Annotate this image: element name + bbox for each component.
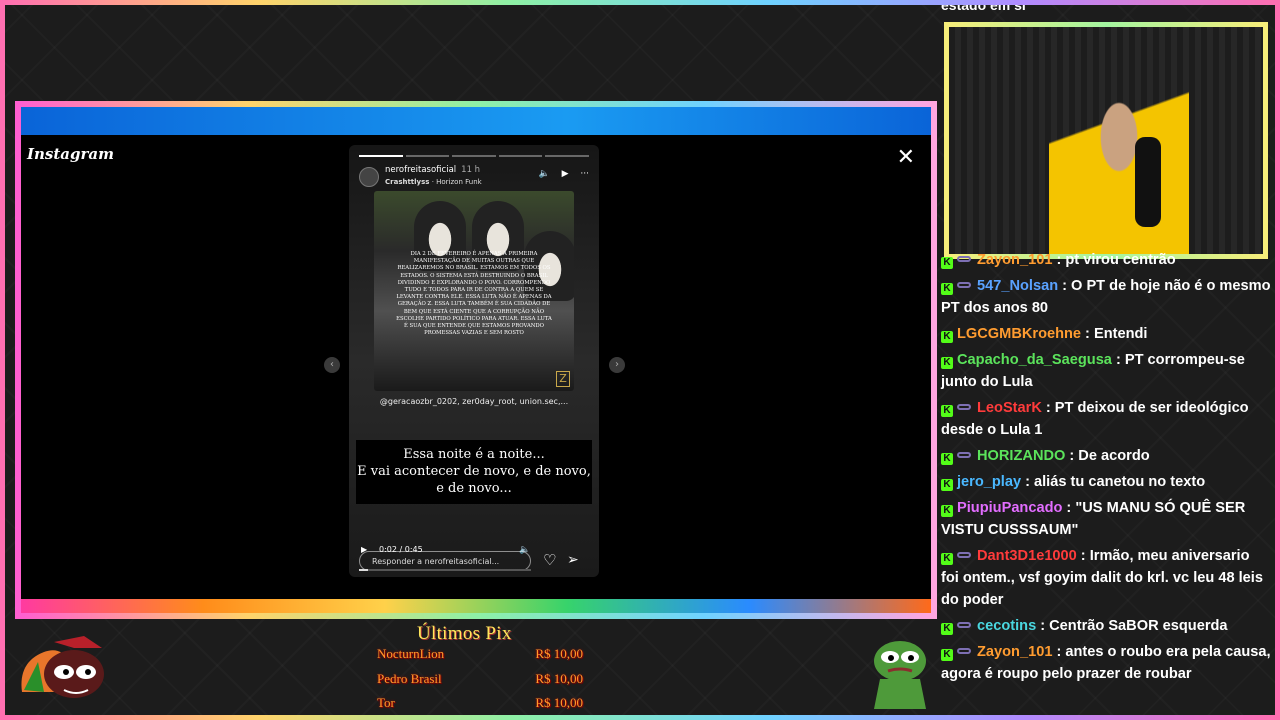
- kick-icon: K: [941, 505, 953, 517]
- subscriber-badge-icon: [957, 622, 971, 628]
- caption-line: Essa noite é a noite...: [403, 447, 545, 462]
- microphone: [1135, 137, 1161, 227]
- close-icon[interactable]: ✕: [897, 145, 915, 170]
- more-icon[interactable]: ···: [580, 169, 589, 179]
- chat-message: K HORIZANDO: De acordo: [941, 445, 1271, 467]
- pix-row: Pedro Brasil R$ 10,00: [377, 671, 583, 696]
- story-poster: Dia 2 de fevereiro é apenas a primeira m…: [374, 191, 574, 391]
- reply-input[interactable]: Responder a nerofreitasoficial...: [359, 551, 531, 571]
- webcam-feed: [944, 22, 1268, 259]
- kick-icon: K: [941, 283, 953, 295]
- subscriber-badge-icon: [957, 452, 971, 458]
- chat-message: K Dant3D1e1000: Irmão, meu aniversario fo…: [941, 545, 1271, 611]
- chat-message: K Zayon_101: antes o roubo era pela causa…: [941, 641, 1271, 685]
- pix-list: NocturnLion R$ 10,00 Pedro Brasil R$ 10,00 T…: [377, 646, 583, 720]
- chat-message: Kjero_play: aliás tu canetou no texto: [941, 471, 1271, 493]
- instagram-viewer: Instagram ✕ ‹ › nerofreitasoficial 11 h C…: [21, 135, 931, 597]
- chat-text: : De acordo: [1069, 448, 1150, 464]
- chat-username[interactable]: PiupiuPancado: [957, 500, 1062, 516]
- chat-username[interactable]: jero_play: [957, 474, 1021, 490]
- kick-icon: K: [941, 623, 953, 635]
- story-progress: [359, 155, 589, 157]
- chat-message: K LeoStarK: PT deixou de ser ideológico d…: [941, 397, 1271, 441]
- chat-top-fragment: estado em si: [941, 0, 1026, 13]
- chat-text: : aliás tu canetou no texto: [1025, 474, 1206, 490]
- chat-message: K PiupiuPancado: "US MANU SÓ QUÊ SER VIST…: [941, 497, 1271, 541]
- send-icon[interactable]: ➢: [567, 552, 579, 568]
- caption-line: E vai acontecer de novo, e de novo,: [357, 464, 591, 479]
- subscriber-badge-icon: [957, 404, 971, 410]
- story-tags[interactable]: @geracaozbr_0202, zer0day_root, union.se…: [349, 397, 599, 406]
- pepe-emote: [874, 641, 926, 709]
- chat-messages: K Zayon_101: pt virou centrão K 547_Nolsan:…: [941, 249, 1271, 689]
- chat-username[interactable]: cecotins: [977, 618, 1036, 634]
- mascot-left: [21, 636, 104, 698]
- story-header: nerofreitasoficial 11 h Crashttlyss · Hor…: [359, 165, 589, 189]
- song-artist: Crashttlyss: [385, 178, 430, 186]
- song-title: · Horizon Funk: [431, 178, 482, 186]
- pix-amount: R$ 10,00: [535, 670, 583, 686]
- pix-donor-name: Tor: [377, 695, 395, 710]
- chat-username[interactable]: HORIZANDO: [977, 448, 1065, 464]
- subscriber-badge-icon: [957, 552, 971, 558]
- story-footer: ▶ 0:02 / 0:45 🔈 Responder a nerofreitaso…: [359, 545, 589, 573]
- chat-message: K 547_Nolsan: O PT de hoje não é o mesmo …: [941, 275, 1271, 319]
- kick-icon: K: [941, 649, 953, 661]
- story-time: 11 h: [461, 165, 481, 175]
- next-story-arrow[interactable]: ›: [609, 357, 625, 373]
- chat-username[interactable]: LeoStarK: [977, 400, 1042, 416]
- kick-icon: K: [941, 553, 953, 565]
- chat-username[interactable]: 547_Nolsan: [977, 278, 1058, 294]
- browser-tab-bar: [21, 107, 931, 135]
- kick-icon: K: [941, 357, 953, 369]
- kick-icon: K: [941, 257, 953, 269]
- pix-row: Tor R$ 10,00: [377, 695, 583, 720]
- story-card[interactable]: nerofreitasoficial 11 h Crashttlyss · Hor…: [349, 145, 599, 577]
- chat-text: : Centrão SaBOR esquerda: [1040, 618, 1228, 634]
- heart-icon[interactable]: ♡: [543, 551, 556, 569]
- pix-donor-name: Pedro Brasil: [377, 670, 442, 686]
- kick-icon: K: [941, 405, 953, 417]
- chat-message: K Capacho_da_Saegusa: PT corrompeu-se jun…: [941, 349, 1271, 393]
- chat-username[interactable]: LGCGMBKroehne: [957, 326, 1081, 342]
- story-username[interactable]: nerofreitasoficial: [385, 165, 456, 175]
- story-song[interactable]: Crashttlyss · Horizon Funk: [385, 178, 482, 186]
- kick-icon: K: [941, 331, 953, 343]
- mute-icon[interactable]: 🔈: [539, 169, 550, 179]
- kick-icon: K: [941, 479, 953, 491]
- pix-amount: R$ 10,00: [535, 695, 583, 710]
- subscriber-badge-icon: [957, 648, 971, 654]
- play-icon[interactable]: ▶: [562, 169, 569, 179]
- pix-donor-name: NocturnLion: [377, 646, 445, 661]
- subscriber-badge-icon: [957, 282, 971, 288]
- kick-icon: K: [941, 453, 953, 465]
- poster-text: Dia 2 de fevereiro é apenas a primeira m…: [396, 251, 552, 337]
- chat-username[interactable]: Capacho_da_Saegusa: [957, 352, 1112, 368]
- subscriber-badge-icon: [957, 256, 971, 262]
- decorative-stripe: [21, 599, 931, 613]
- chat-username[interactable]: Zayon_101: [977, 644, 1052, 660]
- poster-badge: Z: [556, 371, 570, 387]
- pix-title: Últimos Pix: [417, 623, 512, 644]
- browser-window: Instagram ✕ ‹ › nerofreitasoficial 11 h C…: [15, 101, 937, 619]
- chat-text: : pt virou centrão: [1056, 252, 1176, 268]
- video-scrubber[interactable]: [359, 569, 531, 571]
- streamer: [1049, 67, 1189, 254]
- chat-message: Kcecotins: Centrão SaBOR esquerda: [941, 615, 1271, 637]
- instagram-logo[interactable]: Instagram: [27, 145, 114, 163]
- prev-story-arrow[interactable]: ‹: [324, 357, 340, 373]
- pix-row: NocturnLion R$ 10,00: [377, 646, 583, 671]
- pix-amount: R$ 10,00: [535, 646, 583, 661]
- avatar[interactable]: [359, 167, 379, 187]
- caption-line: e de novo...: [436, 481, 512, 496]
- chat-message: K LGCGMBKroehne: Entendi: [941, 323, 1271, 345]
- chat-message: K Zayon_101: pt virou centrão: [941, 249, 1271, 271]
- chat-text: : Entendi: [1085, 326, 1148, 342]
- chat-username[interactable]: Zayon_101: [977, 252, 1052, 268]
- story-caption: Essa noite é a noite... E vai acontecer …: [356, 440, 592, 504]
- chat-username[interactable]: Dant3D1e1000: [977, 548, 1077, 564]
